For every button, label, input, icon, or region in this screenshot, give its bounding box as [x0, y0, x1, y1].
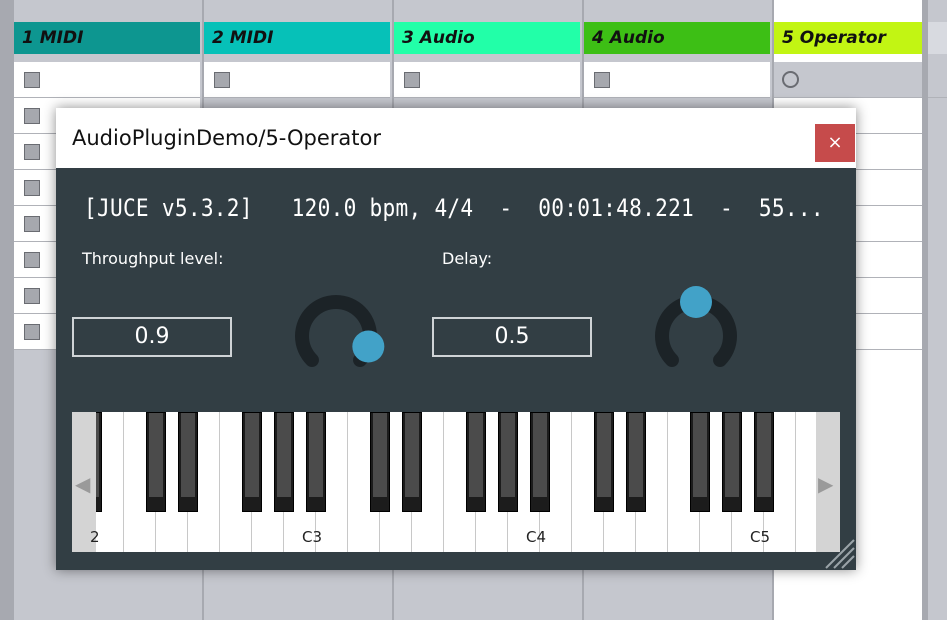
- black-key[interactable]: [242, 412, 262, 512]
- throughput-knob[interactable]: [286, 286, 386, 386]
- plugin-window[interactable]: AudioPluginDemo/5-Operator × [JUCE v5.3.…: [56, 108, 856, 570]
- black-key[interactable]: [530, 412, 550, 512]
- key-label-c5: C5: [750, 528, 771, 546]
- clip-stop-button[interactable]: [594, 72, 610, 88]
- midi-keyboard[interactable]: ◀ ▶ 2 C3 C4 C5: [72, 412, 840, 552]
- window-title: AudioPluginDemo/5-Operator: [72, 126, 381, 150]
- keyboard-scroll-right[interactable]: ▶: [816, 412, 840, 552]
- clip-stop-button[interactable]: [24, 288, 40, 304]
- throughput-label: Throughput level:: [82, 249, 224, 268]
- clip-stop-button[interactable]: [24, 216, 40, 232]
- track-header-5[interactable]: 5 Operator: [774, 22, 922, 54]
- black-key[interactable]: [626, 412, 646, 512]
- clip-slot[interactable]: [928, 62, 947, 98]
- clip-slot[interactable]: [394, 62, 580, 98]
- clip-stop-button[interactable]: [214, 72, 230, 88]
- black-key[interactable]: [690, 412, 710, 512]
- host-info-text: [JUCE v5.3.2] 120.0 bpm, 4/4 - 00:01:48.…: [84, 194, 824, 222]
- black-key[interactable]: [498, 412, 518, 512]
- clip-stop-button[interactable]: [404, 72, 420, 88]
- track-header-3[interactable]: 3 Audio: [394, 22, 580, 54]
- knob-thumb[interactable]: [352, 330, 385, 363]
- clip-record-button[interactable]: [782, 71, 799, 88]
- resize-grip-icon[interactable]: [822, 534, 856, 570]
- clip-stop-button[interactable]: [24, 72, 40, 88]
- black-key[interactable]: [178, 412, 198, 512]
- clip-slot[interactable]: [14, 62, 200, 98]
- track-header-empty: [928, 22, 947, 54]
- key-label-c4: C4: [526, 528, 547, 546]
- black-key[interactable]: [146, 412, 166, 512]
- clip-stop-button[interactable]: [24, 252, 40, 268]
- black-key[interactable]: [722, 412, 742, 512]
- clip-slot[interactable]: [774, 62, 922, 98]
- clip-stop-button[interactable]: [24, 108, 40, 124]
- close-button[interactable]: ×: [815, 124, 855, 162]
- black-key[interactable]: [754, 412, 774, 512]
- delay-label: Delay:: [442, 249, 493, 268]
- clip-stop-button[interactable]: [24, 324, 40, 340]
- black-key[interactable]: [370, 412, 390, 512]
- track-header-4[interactable]: 4 Audio: [584, 22, 770, 54]
- throughput-value-box[interactable]: 0.9: [72, 317, 232, 357]
- plugin-panel: [JUCE v5.3.2] 120.0 bpm, 4/4 - 00:01:48.…: [56, 168, 856, 570]
- black-key[interactable]: [594, 412, 614, 512]
- clip-slot[interactable]: [584, 62, 770, 98]
- black-key[interactable]: [402, 412, 422, 512]
- track-header-1[interactable]: 1 MIDI: [14, 22, 200, 54]
- black-key[interactable]: [274, 412, 294, 512]
- clip-stop-button[interactable]: [24, 180, 40, 196]
- black-key[interactable]: [466, 412, 486, 512]
- track-header-2[interactable]: 2 MIDI: [204, 22, 390, 54]
- black-key[interactable]: [306, 412, 326, 512]
- clip-stop-button[interactable]: [24, 144, 40, 160]
- key-label-c3: C3: [302, 528, 323, 546]
- knob-thumb[interactable]: [680, 286, 712, 318]
- delay-value-box[interactable]: 0.5: [432, 317, 592, 357]
- arrow-right-icon: ▶: [818, 474, 834, 496]
- arrow-left-icon: ◀: [75, 474, 91, 496]
- clip-slot[interactable]: [204, 62, 390, 98]
- delay-knob[interactable]: [646, 286, 746, 386]
- key-label-edge: 2: [90, 528, 100, 546]
